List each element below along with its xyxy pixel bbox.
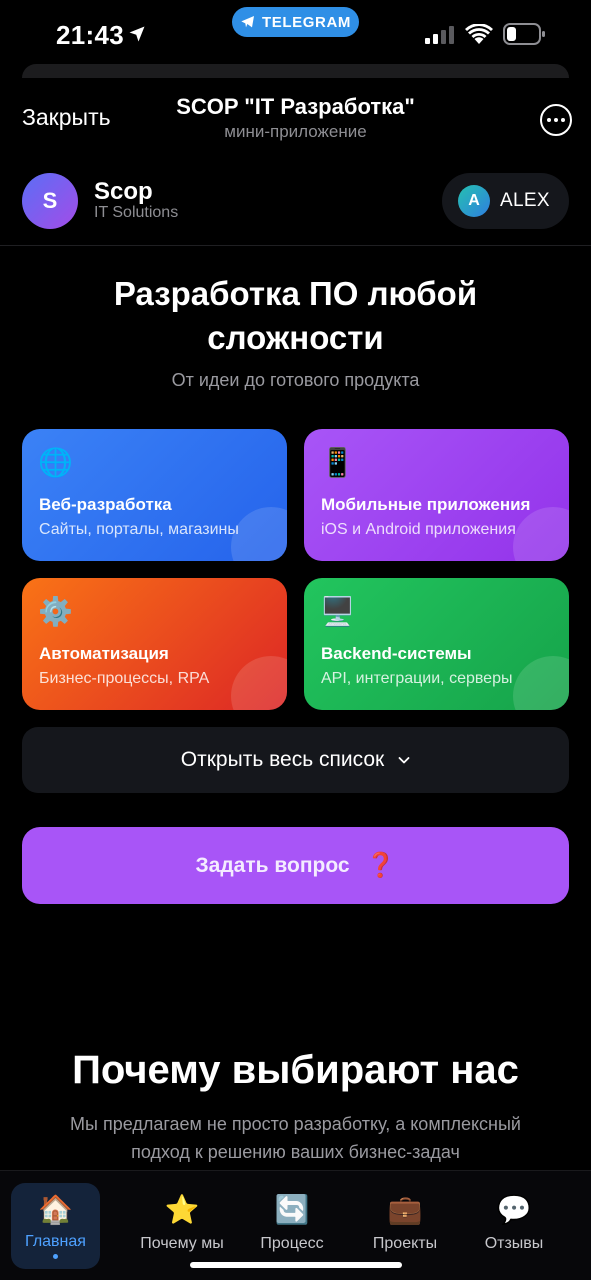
mobile-phone-icon: 📱 [320,447,355,478]
service-title: Мобильные приложения [321,495,531,514]
why-us-subtitle-line-1: Мы предлагаем не просто разработку, а ко… [70,1114,521,1134]
clock: 21:43 [56,20,124,50]
why-us-title: Почему выбирают нас [72,1048,519,1092]
question-mark-icon: ❓ [365,852,396,879]
telegram-badge-label: TELEGRAM [262,13,351,31]
why-us-subtitle: Мы предлагаем не просто разработку, а ко… [28,1110,563,1166]
nav-item-why-us[interactable]: ⭐ Почему мы [127,1183,237,1269]
service-card-mobile[interactable]: 📱 Мобильные приложения iOS и Android при… [304,429,569,561]
service-title: Веб-разработка [39,495,172,514]
sheet-edge [22,64,569,78]
speech-bubble-icon: 💬 [496,1194,532,1225]
service-description: Сайты, порталы, магазины [39,521,239,538]
decorative-circle [513,656,569,710]
brand-name: Scop [94,178,153,205]
globe-icon: 🌐 [38,447,73,478]
telegram-icon [241,16,255,28]
hero-title-line-2: сложности [207,319,384,356]
user-profile-button[interactable]: A ALEX [442,173,569,229]
why-us-subtitle-line-2: подход к решению ваших бизнес-задач [131,1142,460,1162]
nav-label: Почему мы [140,1235,224,1252]
gear-icon: ⚙️ [38,596,73,627]
service-title: Автоматизация [39,644,169,663]
nav-item-home[interactable]: 🏠 Главная [11,1183,100,1269]
mini-app-subtitle: мини-приложение [224,122,367,141]
service-description: Бизнес-процессы, RPA [39,670,210,687]
avatar: A [458,185,490,217]
wifi-icon [465,24,493,44]
chevron-down-icon [398,757,410,764]
nav-item-process[interactable]: 🔄 Процесс [237,1183,347,1269]
mini-app-title: SCOP "IT Разработка" [176,94,415,119]
service-description: API, интеграции, серверы [321,670,513,687]
cellular-signal-icon [425,26,454,44]
desktop-computer-icon: 🖥️ [320,596,355,627]
hero-title-line-1: Разработка ПО любой [113,275,478,312]
nav-label: Отзывы [484,1235,544,1252]
user-name: ALEX [500,190,550,211]
nav-label: Проекты [372,1235,438,1252]
nav-item-reviews[interactable]: 💬 Отзывы [459,1183,569,1269]
ask-question-label: Задать вопрос [195,853,350,877]
decorative-circle [231,656,287,710]
refresh-icon: 🔄 [274,1194,310,1225]
more-options-icon[interactable] [540,104,572,136]
app-header: S Scop IT Solutions A ALEX [0,160,591,246]
active-indicator [53,1254,58,1259]
hero-title: Разработка ПО любой сложности [60,272,531,360]
service-description: iOS и Android приложения [321,521,516,538]
home-indicator[interactable] [190,1262,402,1268]
nav-label: Главная [25,1233,86,1250]
ask-question-button[interactable]: Задать вопрос ❓ [22,827,569,904]
brand-logo[interactable]: S [22,173,78,229]
nav-item-projects[interactable]: 💼 Проекты [350,1183,460,1269]
star-icon: ⭐ [164,1194,200,1225]
service-card-web[interactable]: 🌐 Веб-разработка Сайты, порталы, магазин… [22,429,287,561]
status-bar: 21:43 TELEGRAM [0,0,591,64]
telegram-header: Закрыть SCOP "IT Разработка" мини-прилож… [0,84,591,154]
service-title: Backend-системы [321,644,472,663]
telegram-badge[interactable]: TELEGRAM [232,7,359,37]
brand-tagline: IT Solutions [94,204,179,221]
location-arrow-icon [129,26,145,42]
open-full-list-button[interactable]: Открыть весь список [22,727,569,793]
nav-label: Процесс [260,1235,324,1252]
decorative-circle [231,507,287,561]
battery-icon [503,23,545,45]
service-card-automation[interactable]: ⚙️ Автоматизация Бизнес-процессы, RPA [22,578,287,710]
house-icon: 🏠 [38,1194,73,1225]
hero-subtitle: От идеи до готового продукта [171,370,420,390]
service-card-backend[interactable]: 🖥️ Backend-системы API, интеграции, серв… [304,578,569,710]
briefcase-icon: 💼 [387,1194,423,1225]
decorative-circle [513,507,569,561]
open-full-list-label: Открыть весь список [180,748,385,771]
